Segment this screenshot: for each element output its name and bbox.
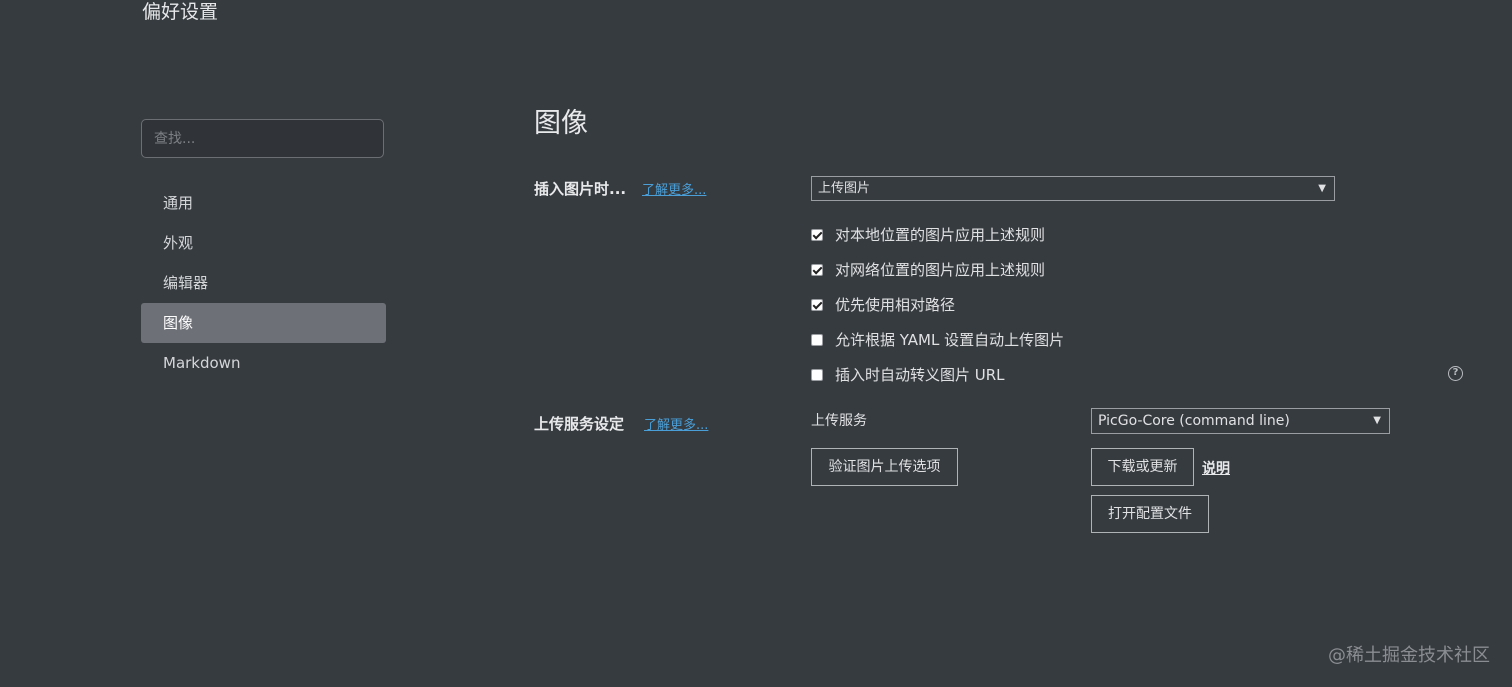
relative-path-checkbox[interactable] (811, 298, 823, 311)
doc-link[interactable]: 说明 (1202, 458, 1230, 478)
escape-url-checkbox[interactable] (811, 368, 823, 381)
download-update-button[interactable]: 下载或更新 (1091, 448, 1194, 486)
option-yaml-upload: 允许根据 YAML 设置自动上传图片 (811, 322, 1064, 357)
apply-network-checkbox[interactable] (811, 263, 823, 276)
apply-local-label: 对本地位置的图片应用上述规则 (835, 226, 1046, 244)
watermark: @稀土掘金技术社区 (1328, 645, 1490, 666)
chevron-down-icon: ▼ (1373, 415, 1381, 426)
search-box (141, 119, 384, 158)
apply-network-label: 对网络位置的图片应用上述规则 (835, 261, 1046, 279)
open-config-button[interactable]: 打开配置文件 (1091, 495, 1209, 533)
search-input[interactable] (142, 120, 383, 157)
sidebar-item-general[interactable]: 通用 (141, 183, 386, 223)
escape-url-label: 插入时自动转义图片 URL (835, 366, 1005, 384)
yaml-upload-checkbox[interactable] (811, 333, 823, 346)
option-apply-network: 对网络位置的图片应用上述规则 (811, 252, 1064, 287)
sidebar-item-markdown[interactable]: Markdown (141, 343, 386, 383)
yaml-upload-label: 允许根据 YAML 设置自动上传图片 (835, 331, 1065, 349)
sidebar-item-image[interactable]: 图像 (141, 303, 386, 343)
sidebar-item-appearance[interactable]: 外观 (141, 223, 386, 263)
option-apply-local: 对本地位置的图片应用上述规则 (811, 217, 1064, 252)
upload-service-label: 上传服务设定 (534, 415, 625, 433)
insert-image-options: 对本地位置的图片应用上述规则 对网络位置的图片应用上述规则 优先使用相对路径 允… (811, 217, 1064, 392)
verify-upload-button[interactable]: 验证图片上传选项 (811, 448, 958, 486)
upload-service-field-label: 上传服务 (811, 413, 867, 429)
upload-service-learn-more-link[interactable]: 了解更多... (644, 414, 708, 433)
chevron-down-icon: ▼ (1318, 183, 1326, 194)
option-escape-url: 插入时自动转义图片 URL (811, 357, 1064, 392)
insert-image-learn-more-link[interactable]: 了解更多... (642, 179, 706, 198)
option-relative-path: 优先使用相对路径 (811, 287, 1064, 322)
apply-local-checkbox[interactable] (811, 228, 823, 241)
insert-image-action-select[interactable]: 上传图片 ▼ (811, 176, 1335, 201)
sidebar-nav: 通用 外观 编辑器 图像 Markdown (141, 183, 386, 383)
sidebar-item-editor[interactable]: 编辑器 (141, 263, 386, 303)
insert-image-label: 插入图片时... (534, 180, 627, 198)
preferences-window: 偏好设置 通用 外观 编辑器 图像 Markdown 图像 插入图片时... 了… (0, 0, 1512, 687)
relative-path-label: 优先使用相对路径 (835, 296, 956, 314)
upload-service-select[interactable]: PicGo-Core (command line) ▼ (1091, 408, 1390, 434)
insert-image-action-value: 上传图片 (818, 181, 871, 196)
help-icon[interactable]: ? (1448, 366, 1463, 381)
window-title: 偏好设置 (142, 1, 219, 23)
page-title: 图像 (534, 108, 588, 139)
upload-service-value: PicGo-Core (command line) (1098, 413, 1290, 429)
